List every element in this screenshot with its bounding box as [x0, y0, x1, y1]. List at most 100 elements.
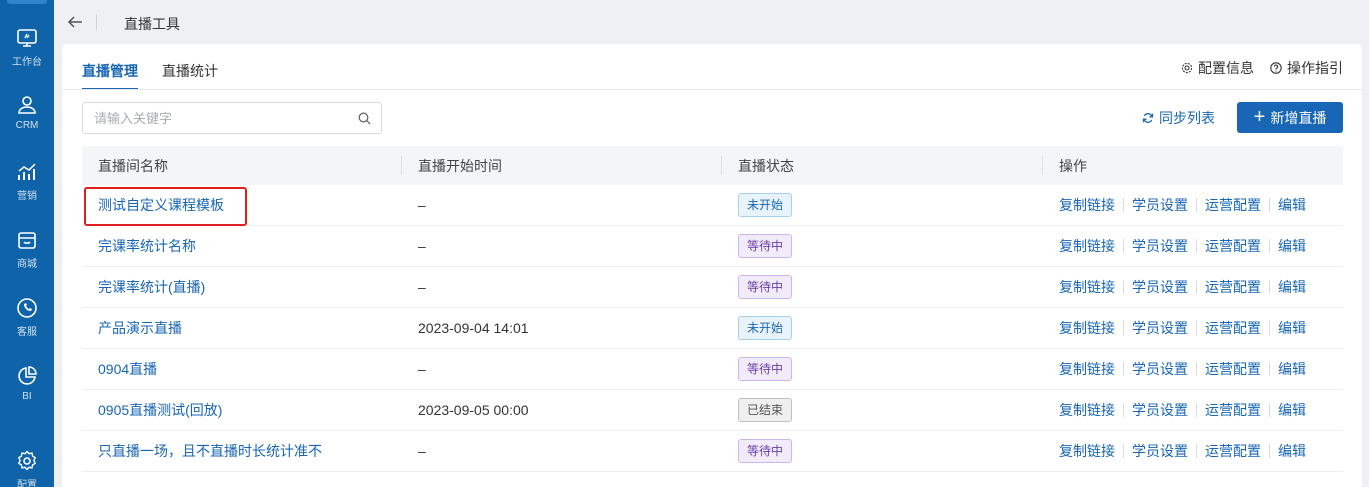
copy-link-button[interactable]: 复制链接	[1059, 277, 1115, 297]
page-title: 直播工具	[124, 16, 180, 32]
sidebar-item-label: 工作台	[12, 57, 42, 68]
student-settings-button[interactable]: 学员设置	[1132, 359, 1188, 379]
sidebar-top-indicator	[7, 0, 47, 4]
action-divider	[1123, 403, 1124, 417]
store-icon	[18, 232, 36, 249]
sync-list-button[interactable]: 同步列表	[1142, 108, 1215, 128]
action-divider	[1269, 198, 1270, 212]
sidebar-item-dashboard[interactable]: 工作台	[0, 22, 54, 82]
operation-config-button[interactable]: 运营配置	[1205, 441, 1261, 461]
sidebar-item-config[interactable]: 配置	[0, 445, 54, 487]
operation-config-button[interactable]: 运营配置	[1205, 195, 1261, 215]
search-icon[interactable]	[358, 112, 371, 125]
live-room-name-link[interactable]: 完课率统计名称	[98, 236, 196, 256]
edit-button[interactable]: 编辑	[1278, 318, 1306, 338]
cell-actions: 复制链接 学员设置 运营配置 编辑	[1043, 185, 1343, 225]
student-settings-button[interactable]: 学员设置	[1132, 318, 1188, 338]
sidebar-item-label: 营销	[17, 191, 37, 202]
cell-actions: 复制链接 学员设置 运营配置 编辑	[1043, 390, 1343, 430]
copy-link-button[interactable]: 复制链接	[1059, 400, 1115, 420]
column-header-name: 直播间名称	[82, 146, 402, 185]
cell-name: 只直播一场，且不直播时长统计准不	[82, 431, 402, 471]
start-time-value: –	[418, 197, 426, 213]
student-settings-button[interactable]: 学员设置	[1132, 277, 1188, 297]
copy-link-button[interactable]: 复制链接	[1059, 236, 1115, 256]
live-room-name-link[interactable]: 0905直播测试(回放)	[98, 400, 222, 420]
status-badge: 已结束	[738, 398, 793, 422]
student-settings-button[interactable]: 学员设置	[1132, 400, 1188, 420]
student-settings-button[interactable]: 学员设置	[1132, 236, 1188, 256]
column-header-status: 直播状态	[722, 146, 1043, 185]
cell-start-time: –	[402, 226, 722, 266]
live-room-name-link[interactable]: 测试自定义课程模板	[98, 195, 224, 215]
cell-status: 等待中	[722, 431, 1043, 471]
cell-status: 已结束	[722, 390, 1043, 430]
action-divider	[1123, 444, 1124, 458]
student-settings-button[interactable]: 学员设置	[1132, 195, 1188, 215]
back-arrow-icon[interactable]	[66, 14, 84, 30]
pie-chart-icon	[18, 366, 37, 385]
edit-button[interactable]: 编辑	[1278, 359, 1306, 379]
cell-status: 未开始	[722, 308, 1043, 348]
operation-guide-link[interactable]: 操作指引	[1270, 58, 1343, 78]
sidebar-item-label: CRM	[15, 120, 39, 131]
action-divider	[1269, 321, 1270, 335]
sidebar-item-service[interactable]: 客服	[0, 292, 54, 352]
edit-button[interactable]: 编辑	[1278, 195, 1306, 215]
copy-link-button[interactable]: 复制链接	[1059, 359, 1115, 379]
live-room-name-link[interactable]: 0904直播	[98, 359, 157, 379]
gear-icon	[1181, 62, 1193, 74]
column-header-start-time: 直播开始时间	[402, 146, 722, 185]
action-divider	[1123, 280, 1124, 294]
cell-status: 等待中	[722, 267, 1043, 307]
edit-button[interactable]: 编辑	[1278, 400, 1306, 420]
action-divider	[1269, 444, 1270, 458]
sidebar-item-label: 商城	[17, 259, 37, 270]
table-body: 测试自定义课程模板 – 未开始 复制链接 学员设置 运营配置 编辑 完课率统计名称 – 等待中 复制…	[82, 185, 1343, 472]
operation-config-button[interactable]: 运营配置	[1205, 359, 1261, 379]
cell-actions: 复制链接 学员设置 运营配置 编辑	[1043, 267, 1343, 307]
cell-actions: 复制链接 学员设置 运营配置 编辑	[1043, 308, 1343, 348]
tab-live-statistics[interactable]: 直播统计	[162, 58, 218, 90]
edit-button[interactable]: 编辑	[1278, 277, 1306, 297]
start-time-value: –	[418, 443, 426, 459]
search-input[interactable]	[83, 103, 345, 133]
cell-start-time: 2023-09-04 14:01	[402, 308, 722, 348]
action-divider	[1123, 321, 1124, 335]
config-info-link[interactable]: 配置信息	[1181, 58, 1254, 78]
edit-button[interactable]: 编辑	[1278, 236, 1306, 256]
operation-config-button[interactable]: 运营配置	[1205, 277, 1261, 297]
live-room-name-link[interactable]: 只直播一场，且不直播时长统计准不	[98, 441, 322, 461]
sidebar-item-store[interactable]: 商城	[0, 224, 54, 284]
table-row: 只直播一场，且不直播时长统计准不 – 等待中 复制链接 学员设置 运营配置 编辑	[82, 431, 1343, 472]
add-live-label: 新增直播	[1270, 109, 1327, 126]
student-settings-button[interactable]: 学员设置	[1132, 441, 1188, 461]
sidebar-item-bi[interactable]: BI	[0, 360, 54, 420]
copy-link-button[interactable]: 复制链接	[1059, 441, 1115, 461]
cell-name: 完课率统计名称	[82, 226, 402, 266]
cell-name: 0905直播测试(回放)	[82, 390, 402, 430]
operation-config-button[interactable]: 运营配置	[1205, 236, 1261, 256]
table-row: 完课率统计(直播) – 等待中 复制链接 学员设置 运营配置 编辑	[82, 267, 1343, 308]
search-box	[82, 102, 382, 134]
copy-link-button[interactable]: 复制链接	[1059, 195, 1115, 215]
live-room-name-link[interactable]: 产品演示直播	[98, 318, 182, 338]
tab-live-management[interactable]: 直播管理	[82, 58, 138, 90]
cell-name: 产品演示直播	[82, 308, 402, 348]
sidebar-item-marketing[interactable]: 营销	[0, 156, 54, 216]
start-time-value: 2023-09-05 00:00	[418, 402, 529, 418]
cell-start-time: –	[402, 431, 722, 471]
left-sidebar: 工作台 CRM 营销 商城 客服 BI 配置	[0, 0, 54, 487]
operation-config-button[interactable]: 运营配置	[1205, 318, 1261, 338]
add-live-button[interactable]: + 新增直播	[1237, 102, 1343, 133]
edit-button[interactable]: 编辑	[1278, 441, 1306, 461]
copy-link-button[interactable]: 复制链接	[1059, 318, 1115, 338]
table-row: 测试自定义课程模板 – 未开始 复制链接 学员设置 运营配置 编辑	[82, 185, 1343, 226]
sync-list-label: 同步列表	[1159, 110, 1215, 126]
tab-divider	[62, 89, 1362, 90]
sidebar-item-crm[interactable]: CRM	[0, 89, 54, 149]
operation-config-button[interactable]: 运营配置	[1205, 400, 1261, 420]
live-room-name-link[interactable]: 完课率统计(直播)	[98, 277, 205, 297]
operation-guide-label: 操作指引	[1287, 60, 1343, 76]
cell-name: 完课率统计(直播)	[82, 267, 402, 307]
